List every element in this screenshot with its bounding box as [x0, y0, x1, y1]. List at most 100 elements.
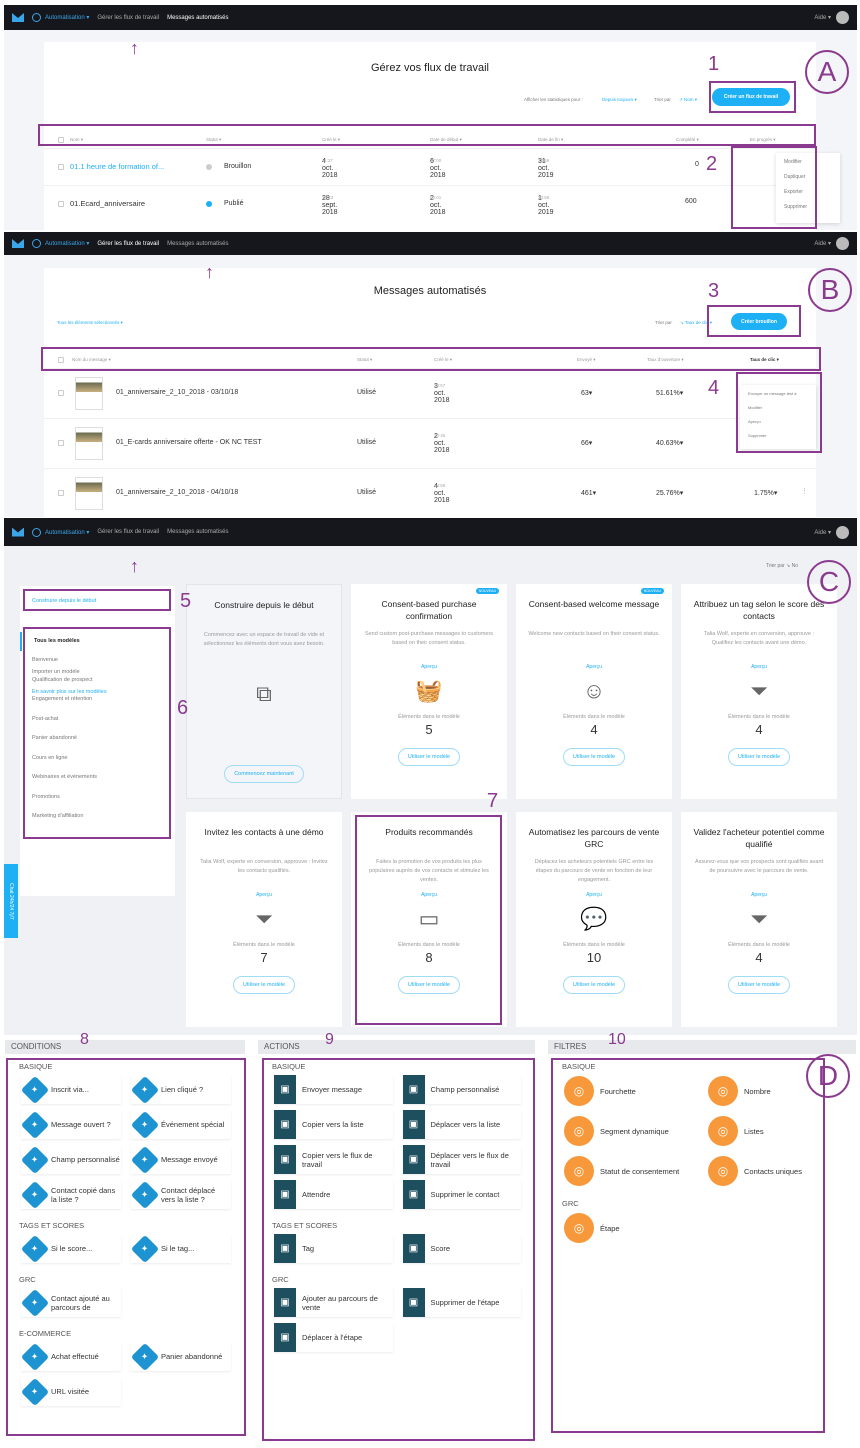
annotation-box	[38, 124, 816, 146]
template-card[interactable]: NOUVEAU Consent-based purchase confirmati…	[351, 584, 507, 799]
annotation-box	[23, 589, 171, 611]
automation-menu[interactable]: Automatisation ▾	[32, 527, 89, 537]
page-title: Gérez vos flux de travail	[371, 62, 489, 74]
annotation-number: 10	[608, 1031, 626, 1048]
annotation-number: 8	[80, 1031, 89, 1048]
sort-control[interactable]: Trier par ↘ No	[766, 563, 798, 569]
automation-label: Automatisation ▾	[45, 241, 90, 247]
column-header[interactable]: FILTRES	[548, 1040, 856, 1054]
nav-messages[interactable]: Messages automatisés	[167, 529, 228, 535]
flow-icon: ⧉	[256, 681, 272, 706]
automation-menu[interactable]: Automatisation ▾	[32, 239, 89, 248]
template-title: Consent-based purchase confirmation	[381, 599, 477, 621]
help-menu[interactable]: Aide ▾	[814, 529, 831, 536]
table-row[interactable]: 01.Ecard_anniversaire Publié 28 sept. 2018…	[44, 185, 816, 222]
template-card[interactable]: Attribuez un tag selon le score des cont…	[681, 584, 837, 799]
use-template-button[interactable]: Utiliser le modèle	[562, 976, 626, 994]
created-time: 11:27	[322, 158, 333, 163]
preview-link[interactable]: Aperçu	[681, 892, 837, 898]
avatar[interactable]	[836, 237, 849, 250]
message-thumbnail[interactable]	[75, 427, 103, 460]
arrow-up-icon: ↑	[205, 262, 214, 282]
avatar[interactable]	[836, 525, 849, 539]
open-rate[interactable]: 51.61%▾	[656, 389, 683, 397]
elements-count: 5	[425, 722, 433, 737]
table-row[interactable]: 01_anniversaire_2_10_2018 - 04/10/18 Util…	[44, 468, 816, 517]
selection-filter[interactable]: Tous les éléments sélectionnés ▾	[57, 320, 123, 326]
nav-messages[interactable]: Messages automatisés	[167, 15, 228, 21]
click-rate[interactable]: 1.75%▾	[754, 489, 777, 497]
message-name[interactable]: 01_anniversaire_2_10_2018 - 03/10/18	[116, 389, 238, 396]
message-thumbnail[interactable]	[75, 477, 103, 510]
column-header[interactable]: CONDITIONS	[5, 1040, 245, 1054]
nav-workflows[interactable]: Gérer les flux de travail	[97, 15, 159, 21]
template-card[interactable]: Automatisez les parcours de vente GRC Dép…	[516, 812, 672, 1027]
elements-count: 4	[590, 722, 598, 737]
use-template-button[interactable]: Utiliser le modèle	[232, 976, 296, 994]
table-row[interactable]: 01_E-cards anniversaire offerte - OK NC …	[44, 418, 816, 468]
use-template-button[interactable]: Utiliser le modèle	[562, 748, 626, 766]
avatar[interactable]	[836, 11, 849, 24]
preview-link[interactable]: Aperçu	[516, 892, 672, 898]
help-menu[interactable]: Aide ▾	[814, 240, 831, 247]
preview-link[interactable]: Aperçu	[186, 892, 342, 898]
row-checkbox[interactable]	[58, 440, 64, 446]
nav-workflows[interactable]: Gérer les flux de travail	[97, 529, 159, 535]
use-template-button[interactable]: Utiliser le modèle	[397, 748, 461, 766]
annotation-number: 3	[708, 280, 720, 302]
sort-dropdown[interactable]: ↗ Nom ▾	[679, 97, 697, 103]
start-time: 00:01	[430, 195, 442, 200]
top-nav: Automatisation ▾ Gérer les flux de travai…	[4, 518, 857, 546]
page-title: Messages automatisés	[373, 285, 487, 297]
use-template-button[interactable]: Utiliser le modèle	[727, 748, 791, 766]
preview-link[interactable]: Aperçu	[516, 664, 672, 670]
message-thumbnail[interactable]	[75, 377, 103, 410]
top-nav: Automatisation ▾ Gérer les flux de travai…	[4, 5, 857, 30]
sort-label: Trier par	[655, 320, 672, 325]
open-rate[interactable]: 40.63%▾	[656, 439, 683, 447]
mail-logo-icon[interactable]	[12, 13, 24, 22]
sent-count[interactable]: 461▾	[581, 489, 596, 497]
funnel-icon: ⏷	[750, 678, 768, 703]
template-card[interactable]: Invitez les contacts à une démo Talia Wol…	[186, 812, 342, 1027]
message-name[interactable]: 01_E-cards anniversaire offerte - OK NC …	[116, 439, 262, 446]
nav-messages[interactable]: Messages automatisés	[167, 241, 228, 247]
table-row[interactable]: 01.1 heure de formation of... Brouillon 4 …	[44, 148, 816, 185]
preview-link[interactable]: Aperçu	[681, 664, 837, 670]
more-icon[interactable]: ⋮	[801, 487, 808, 495]
table-row[interactable]: 01_anniversaire_2_10_2018 - 03/10/18 Util…	[44, 368, 816, 418]
template-card[interactable]: Validez l'acheteur potentiel comme quali…	[681, 812, 837, 1027]
help-menu[interactable]: Aide ▾	[814, 14, 831, 21]
message-name[interactable]: 01_anniversaire_2_10_2018 - 04/10/18	[116, 489, 238, 496]
completed-count: 600	[685, 198, 697, 205]
automation-menu[interactable]: Automatisation ▾	[32, 13, 89, 22]
status-text: Utilisé	[357, 439, 377, 446]
sent-count[interactable]: 63▾	[581, 389, 592, 397]
row-checkbox[interactable]	[58, 390, 64, 396]
template-card[interactable]: Construire depuis le début Commencez avec…	[186, 584, 342, 799]
stats-dropdown[interactable]: Depuis toujours ▾	[602, 97, 637, 103]
panel-messages: Automatisation ▾ Gérer les flux de travai…	[4, 232, 857, 517]
use-template-button[interactable]: Utiliser le modèle	[727, 976, 791, 994]
mail-logo-icon[interactable]	[12, 527, 24, 537]
chat-tab[interactable]: Chat 24h/24 7j/7	[4, 864, 18, 938]
mail-logo-icon[interactable]	[12, 239, 24, 248]
open-rate[interactable]: 25.76%▾	[656, 489, 683, 497]
row-checkbox[interactable]	[58, 490, 64, 496]
nav-right: Aide ▾	[814, 11, 849, 24]
nav-right: Aide ▾	[814, 525, 849, 539]
workflow-name[interactable]: 01.Ecard_anniversaire	[70, 199, 145, 208]
template-card[interactable]: NOUVEAU Consent-based welcome message Welc…	[516, 584, 672, 799]
preview-link[interactable]: Aperçu	[351, 664, 507, 670]
start-now-button[interactable]: Commencez maintenant	[224, 765, 304, 783]
sent-count[interactable]: 66▾	[581, 439, 592, 447]
workflow-name[interactable]: 01.1 heure de formation of...	[70, 162, 164, 171]
row-checkbox[interactable]	[58, 201, 64, 207]
annotation-letter: C	[807, 560, 851, 604]
created-time: 20:57	[434, 383, 446, 388]
nav-workflows[interactable]: Gérer les flux de travail	[97, 241, 159, 247]
row-checkbox[interactable]	[58, 164, 64, 170]
column-header[interactable]: ACTIONS	[258, 1040, 535, 1054]
elements-count: 7	[260, 950, 268, 965]
annotation-box	[23, 627, 171, 839]
